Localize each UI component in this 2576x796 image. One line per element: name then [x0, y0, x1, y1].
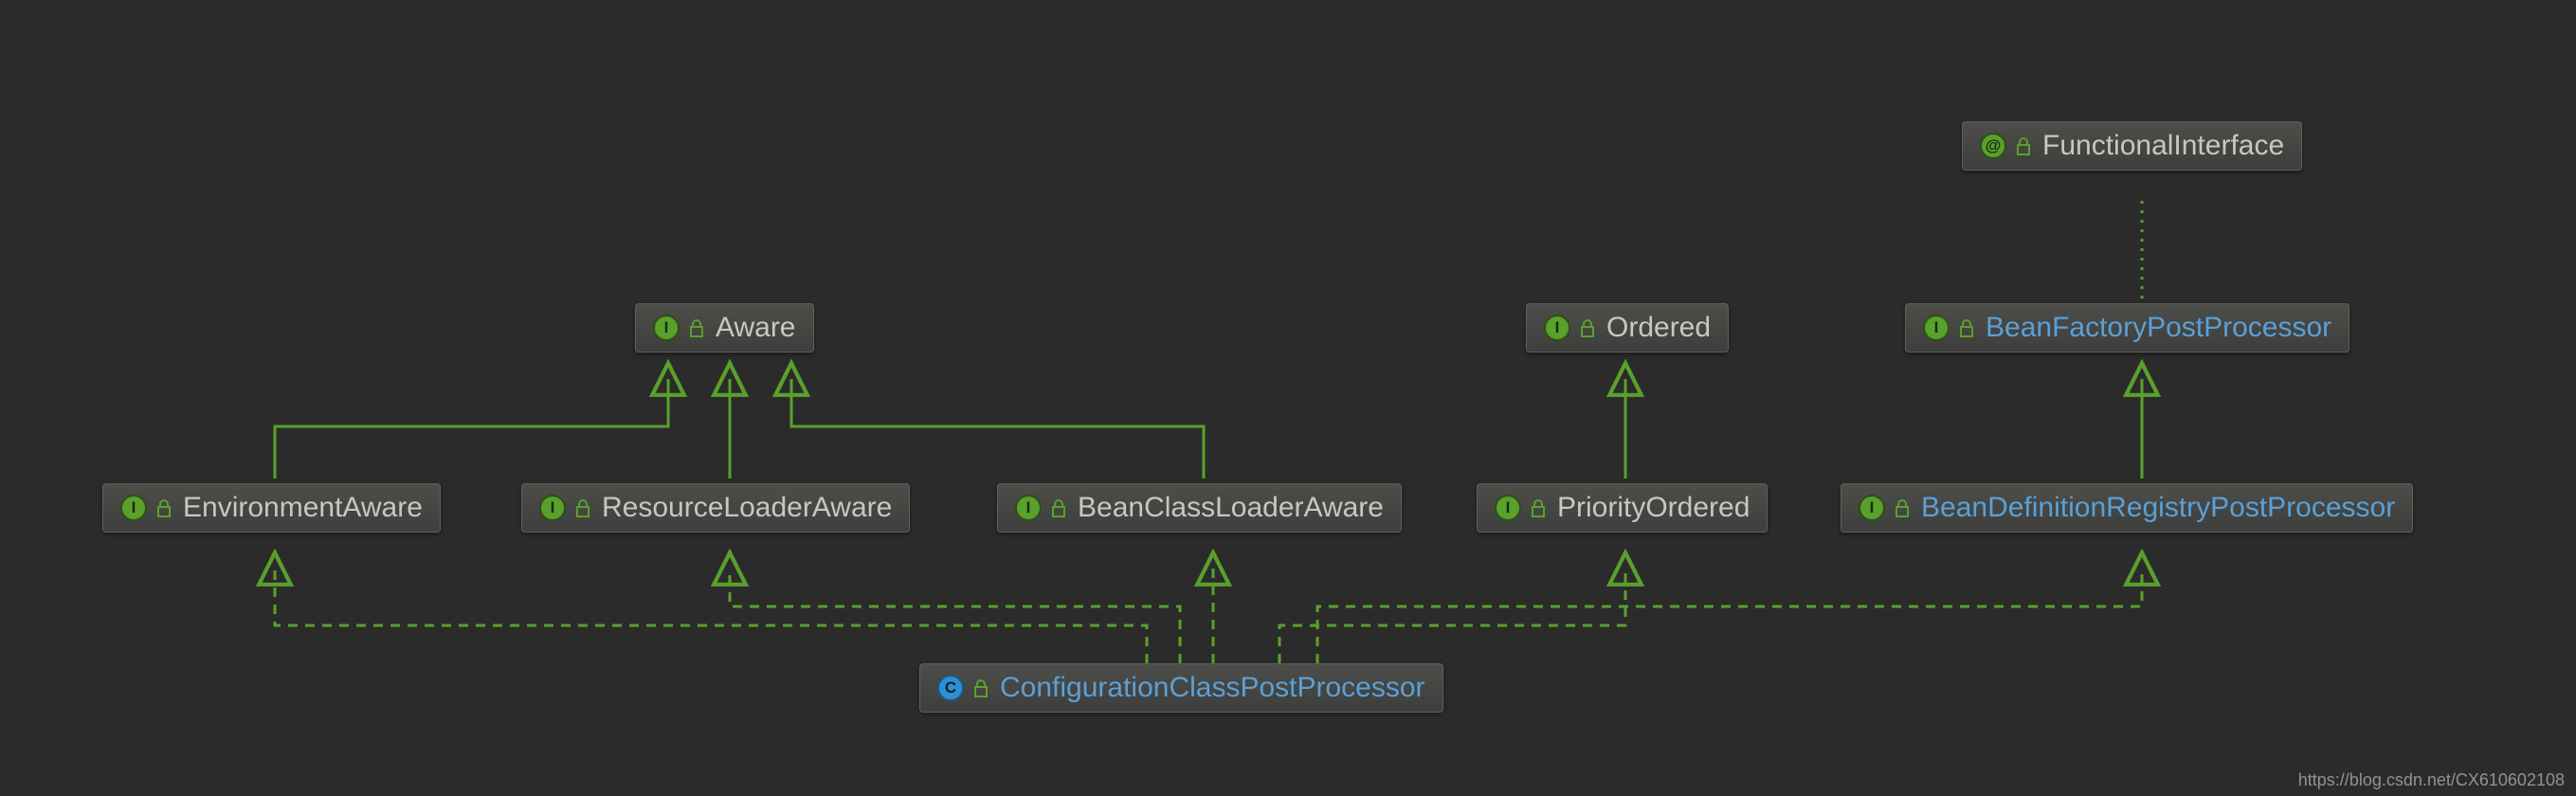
node-label: BeanDefinitionRegistryPostProcessor	[1921, 492, 2395, 524]
node-ordered[interactable]: I Ordered	[1526, 303, 1729, 353]
node-environment-aware[interactable]: I EnvironmentAware	[102, 483, 441, 533]
interface-icon: I	[1544, 315, 1570, 341]
node-label: ResourceLoaderAware	[602, 492, 892, 524]
interface-icon: I	[120, 495, 147, 521]
interface-icon: I	[1859, 495, 1885, 521]
lock-icon	[1895, 499, 1912, 516]
lock-icon	[1051, 499, 1068, 516]
node-label: EnvironmentAware	[183, 492, 423, 524]
lock-icon	[1531, 499, 1548, 516]
node-aware[interactable]: I Aware	[635, 303, 814, 353]
interface-icon: I	[1923, 315, 1950, 341]
node-bean-factory-post-processor[interactable]: I BeanFactoryPostProcessor	[1905, 303, 2349, 353]
lock-icon	[1580, 319, 1597, 336]
lock-icon	[2016, 137, 2033, 154]
lock-icon	[1959, 319, 1976, 336]
node-label: FunctionalInterface	[2042, 130, 2284, 162]
node-resource-loader-aware[interactable]: I ResourceLoaderAware	[521, 483, 910, 533]
watermark-text: https://blog.csdn.net/CX610602108	[2298, 770, 2565, 790]
interface-icon: I	[539, 495, 566, 521]
annotation-icon: @	[1980, 133, 2006, 159]
interface-icon: I	[1495, 495, 1521, 521]
node-label: ConfigurationClassPostProcessor	[1000, 672, 1425, 704]
node-functional-interface[interactable]: @ FunctionalInterface	[1962, 121, 2302, 171]
node-label: PriorityOrdered	[1557, 492, 1750, 524]
node-label: Ordered	[1606, 312, 1711, 344]
node-label: Aware	[716, 312, 796, 344]
class-icon: C	[937, 675, 964, 701]
lock-icon	[689, 319, 706, 336]
node-bean-definition-registry-post-processor[interactable]: I BeanDefinitionRegistryPostProcessor	[1841, 483, 2413, 533]
interface-icon: I	[653, 315, 680, 341]
node-configuration-class-post-processor[interactable]: C ConfigurationClassPostProcessor	[919, 663, 1443, 713]
node-priority-ordered[interactable]: I PriorityOrdered	[1477, 483, 1768, 533]
lock-icon	[973, 679, 990, 696]
node-bean-class-loader-aware[interactable]: I BeanClassLoaderAware	[997, 483, 1402, 533]
lock-icon	[156, 499, 173, 516]
node-label: BeanFactoryPostProcessor	[1986, 312, 2331, 344]
lock-icon	[575, 499, 592, 516]
node-label: BeanClassLoaderAware	[1078, 492, 1384, 524]
interface-icon: I	[1015, 495, 1042, 521]
uml-diagram: @ FunctionalInterface I Aware I Ordered …	[0, 0, 2576, 796]
